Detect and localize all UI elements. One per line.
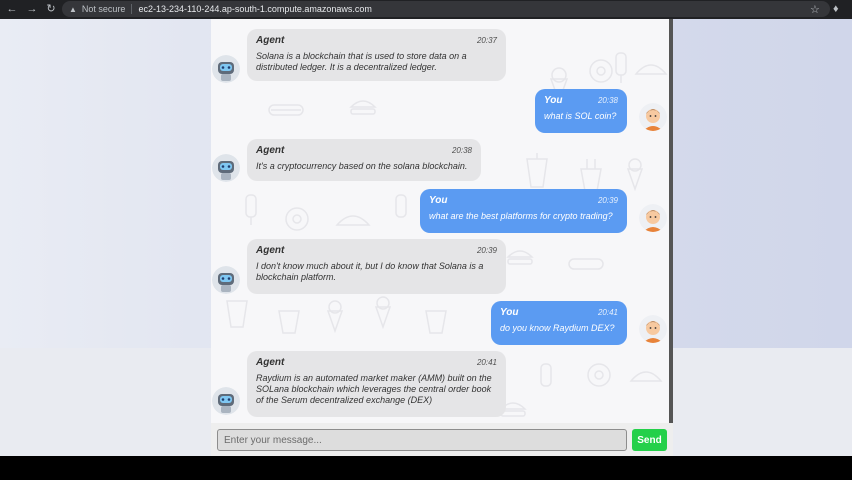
- person-icon: [639, 103, 667, 131]
- url-text[interactable]: ec2-13-234-110-244.ap-south-1.compute.am…: [138, 4, 371, 14]
- agent-message: Agent 20:41 Raydium is an automated mark…: [247, 351, 506, 417]
- taco-icon: [335, 215, 371, 226]
- soda-cup-icon: [526, 153, 548, 188]
- sender-name: Agent: [256, 145, 285, 156]
- agent-avatar: [212, 154, 240, 182]
- message-text: do you know Raydium DEX?: [500, 323, 615, 333]
- sender-name: You: [500, 307, 519, 318]
- robot-icon: [212, 266, 240, 294]
- sender-name: Agent: [256, 35, 285, 46]
- message-composer: Send: [211, 423, 673, 456]
- bottom-black-bar: [0, 456, 852, 480]
- agent-avatar: [212, 266, 240, 294]
- warning-icon[interactable]: ▲: [69, 5, 77, 14]
- hotdog-icon: [568, 258, 604, 270]
- fries-icon: [580, 159, 602, 192]
- user-message: You 20:41 do you know Raydium DEX?: [491, 301, 627, 345]
- message-text: what is SOL coin?: [544, 111, 617, 121]
- message-time: 20:39: [476, 246, 497, 255]
- sender-name: You: [429, 195, 448, 206]
- browser-toolbar: ← → ↻ ▲ Not secure ec2-13-234-110-244.ap…: [0, 0, 852, 19]
- fries-icon: [278, 310, 300, 334]
- popsicle-icon: [615, 52, 627, 83]
- extensions-icon[interactable]: ♦: [833, 3, 839, 15]
- message-text: what are the best platforms for crypto t…: [429, 211, 613, 221]
- forward-icon[interactable]: →: [26, 3, 38, 15]
- ice-cream-icon: [374, 296, 392, 330]
- address-bar[interactable]: ▲ Not secure ec2-13-234-110-244.ap-south…: [62, 1, 830, 17]
- soda-cup-icon: [226, 300, 248, 328]
- popsicle-icon: [395, 194, 407, 218]
- donut-icon: [285, 207, 309, 231]
- message-time: 20:39: [597, 196, 618, 205]
- agent-message: Agent 20:39 I don't know much about it, …: [247, 239, 506, 294]
- message-text: I don't know much about it, but I do kno…: [256, 261, 484, 282]
- sender-name: Agent: [256, 357, 285, 368]
- agent-message: Agent 20:37 Solana is a blockchain that …: [247, 29, 506, 81]
- message-time: 20:38: [451, 146, 472, 155]
- hotdog-icon: [268, 104, 304, 116]
- user-avatar: [639, 103, 667, 131]
- agent-message: Agent 20:38 It's a cryptocurrency based …: [247, 139, 481, 181]
- user-avatar: [639, 315, 667, 343]
- user-avatar: [639, 204, 667, 232]
- robot-icon: [212, 55, 240, 83]
- sender-name: Agent: [256, 245, 285, 256]
- popsicle-icon: [540, 363, 552, 387]
- send-button[interactable]: Send: [632, 429, 667, 451]
- chat-window[interactable]: Agent 20:37 Solana is a blockchain that …: [211, 19, 669, 423]
- robot-icon: [212, 387, 240, 415]
- chat-scrollbar[interactable]: [669, 19, 673, 423]
- message-text: Raydium is an automated market maker (AM…: [256, 373, 492, 405]
- sender-name: You: [544, 95, 563, 106]
- donut-icon: [587, 363, 611, 387]
- message-input[interactable]: [217, 429, 627, 451]
- ice-cream-icon: [326, 300, 344, 334]
- robot-icon: [212, 154, 240, 182]
- back-icon[interactable]: ←: [6, 3, 18, 15]
- star-icon[interactable]: ☆: [810, 3, 820, 16]
- person-icon: [639, 204, 667, 232]
- person-icon: [639, 315, 667, 343]
- message-time: 20:41: [597, 308, 618, 317]
- message-time: 20:37: [476, 36, 497, 45]
- burger-icon: [349, 100, 377, 115]
- taco-icon: [629, 371, 663, 382]
- user-message: You 20:39 what are the best platforms fo…: [420, 189, 627, 233]
- page-viewport: Agent 20:37 Solana is a blockchain that …: [0, 19, 852, 456]
- agent-avatar: [212, 55, 240, 83]
- message-time: 20:41: [476, 358, 497, 367]
- divider: [131, 4, 133, 14]
- message-time: 20:38: [597, 96, 618, 105]
- burger-icon: [506, 250, 534, 265]
- message-text: It's a cryptocurrency based on the solan…: [256, 161, 468, 171]
- reload-icon[interactable]: ↻: [45, 3, 57, 15]
- ice-cream-icon: [626, 158, 644, 192]
- popsicle-icon: [245, 194, 257, 225]
- user-message: You 20:38 what is SOL coin?: [535, 89, 627, 133]
- agent-avatar: [212, 387, 240, 415]
- message-text: Solana is a blockchain that is used to s…: [256, 51, 467, 72]
- fries-icon: [425, 310, 447, 334]
- donut-icon: [589, 59, 613, 83]
- security-label[interactable]: Not secure: [82, 4, 126, 14]
- taco-icon: [634, 64, 668, 75]
